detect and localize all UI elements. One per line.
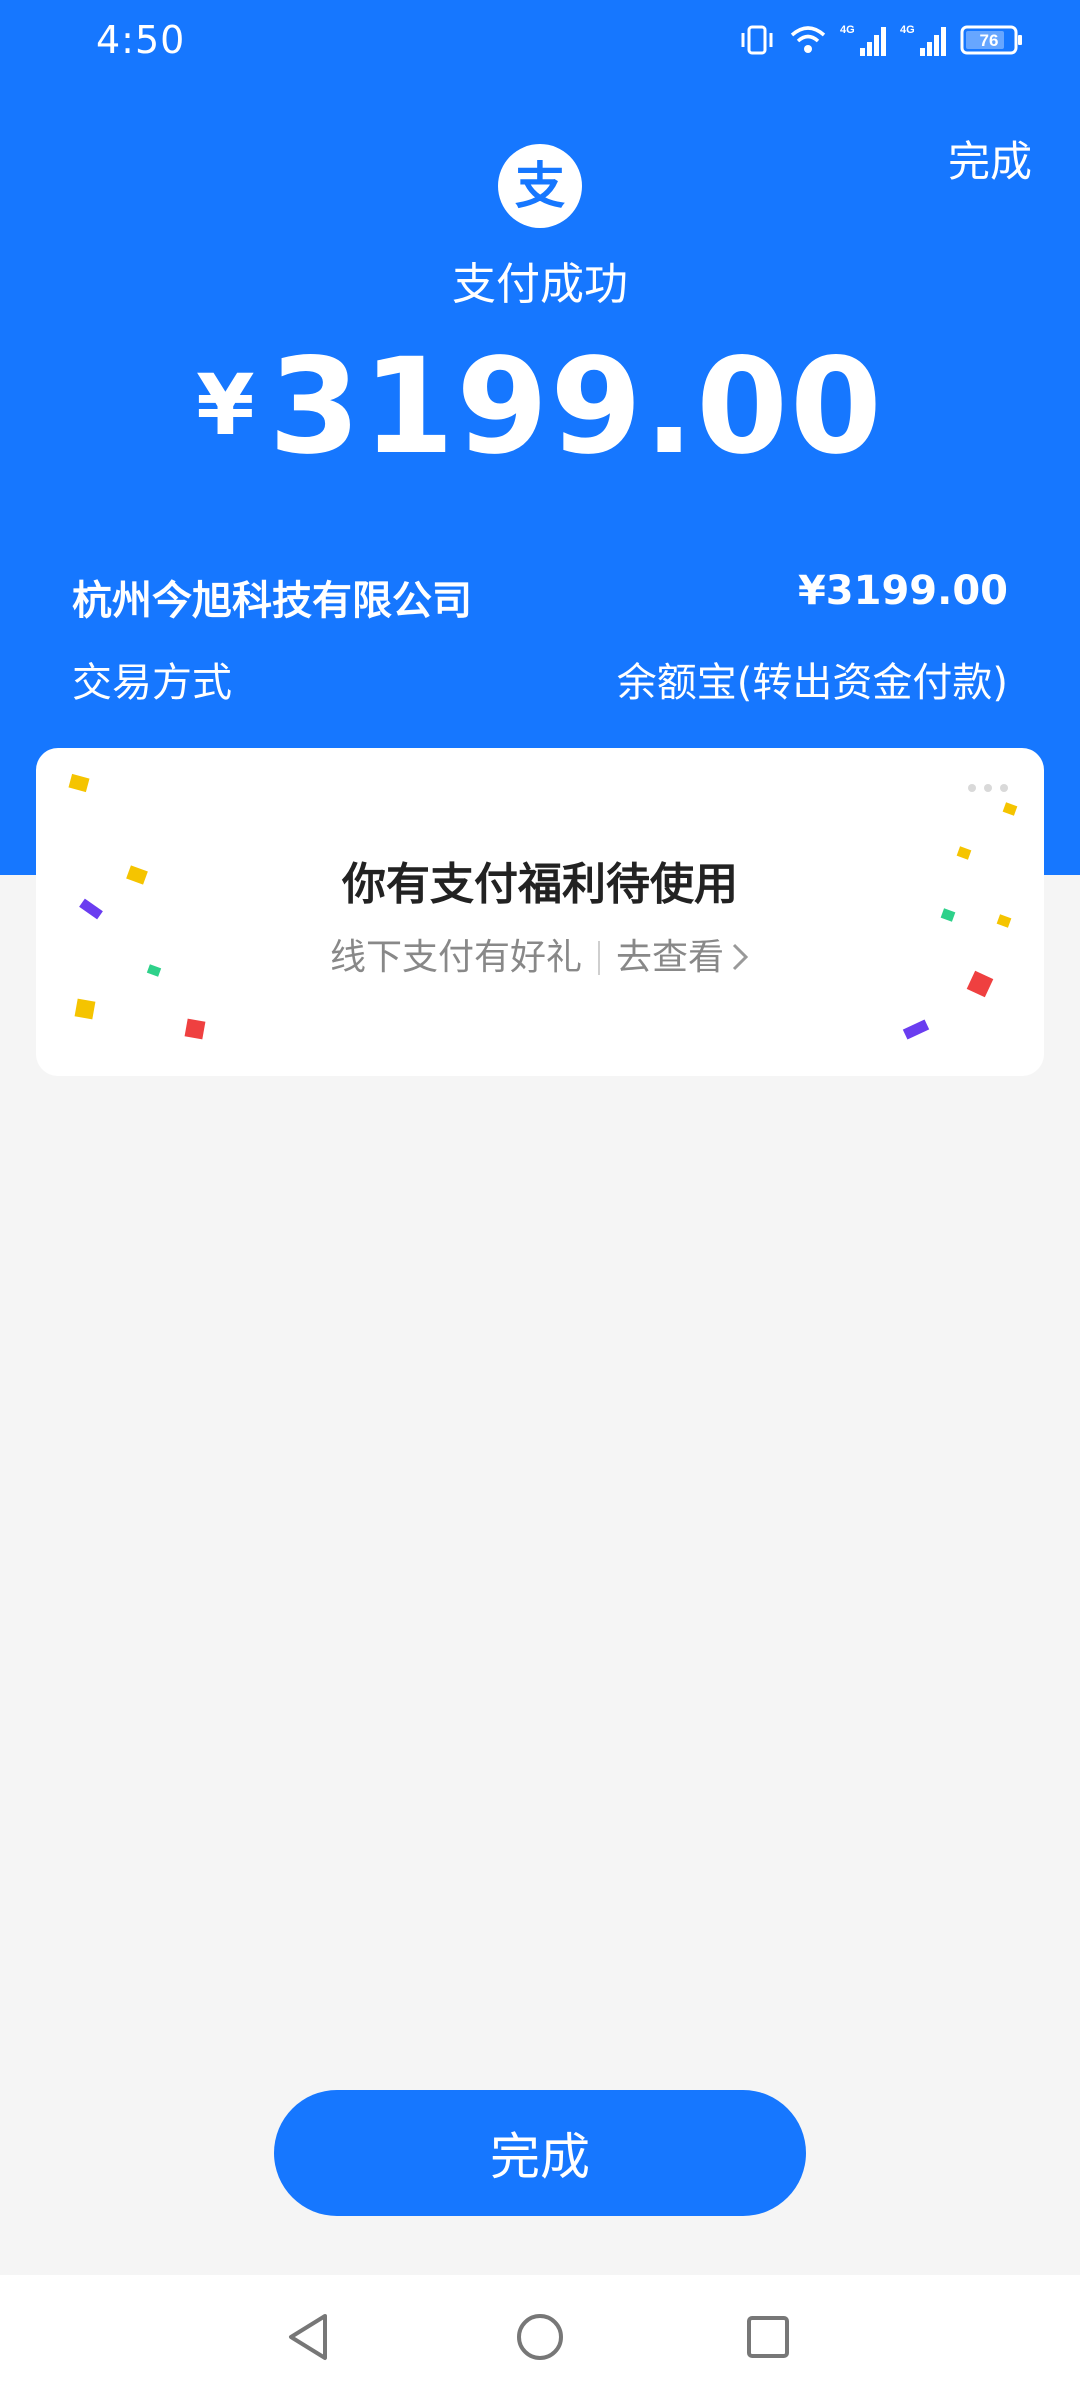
payment-method-value: 余额宝(转出资金付款) xyxy=(616,660,1008,706)
payment-method-label: 交易方式 xyxy=(72,660,232,706)
page-title: 支付成功 xyxy=(452,259,628,310)
confetti-decoration xyxy=(902,1019,930,1040)
signal-icon: 4G xyxy=(900,22,948,58)
done-link[interactable]: 完成 xyxy=(948,128,1032,189)
view-benefit-link[interactable]: 去查看 xyxy=(616,937,724,978)
vibrate-icon xyxy=(738,23,776,57)
network-label-2: 4G xyxy=(900,24,915,36)
confetti-decoration xyxy=(996,914,1012,928)
recents-square-icon[interactable] xyxy=(738,2307,798,2367)
confetti-decoration xyxy=(68,773,90,793)
home-circle-icon[interactable] xyxy=(510,2307,570,2367)
benefit-subtitle: 线下支付有好礼 xyxy=(329,937,582,978)
merchant-name: 杭州今旭科技有限公司 xyxy=(72,578,472,624)
benefit-subtitle-row: 线下支付有好礼 去查看 xyxy=(36,928,1044,982)
divider xyxy=(598,941,600,975)
more-dots-icon xyxy=(968,784,1008,792)
confetti-decoration xyxy=(74,998,96,1020)
status-bar: 4:50 4G 4G 76 xyxy=(0,0,1080,80)
battery-level: 76 xyxy=(980,31,999,50)
done-button[interactable]: 完成 xyxy=(274,2090,806,2216)
benefit-title: 你有支付福利待使用 xyxy=(342,859,738,910)
amount-value: 3199.00 xyxy=(268,330,884,484)
currency-symbol: ¥ xyxy=(196,356,255,454)
back-triangle-icon[interactable] xyxy=(278,2307,338,2367)
battery-icon: 76 xyxy=(960,23,1024,57)
navigation-bar xyxy=(0,2275,1080,2400)
signal-icon: 4G xyxy=(840,22,888,58)
wifi-icon xyxy=(788,23,828,57)
payment-success-screen: 4:50 4G 4G 76 完成 支 支付成功 ¥ 3199.00 杭州今旭科技… xyxy=(0,0,1080,2400)
network-label-1: 4G xyxy=(840,24,855,36)
alipay-logo: 支 xyxy=(498,144,582,228)
confetti-decoration xyxy=(1002,802,1018,816)
confetti-decoration xyxy=(184,1018,206,1040)
benefit-card[interactable]: 你有支付福利待使用 线下支付有好礼 去查看 xyxy=(36,748,1044,1076)
merchant-amount: ¥3199.00 xyxy=(797,568,1008,614)
status-time: 4:50 xyxy=(96,18,186,62)
payment-amount: ¥3199.00 xyxy=(0,330,1080,484)
chevron-right-icon xyxy=(730,941,750,982)
status-icons: 4G 4G 76 xyxy=(738,20,1024,60)
alipay-logo-char: 支 xyxy=(515,157,565,215)
